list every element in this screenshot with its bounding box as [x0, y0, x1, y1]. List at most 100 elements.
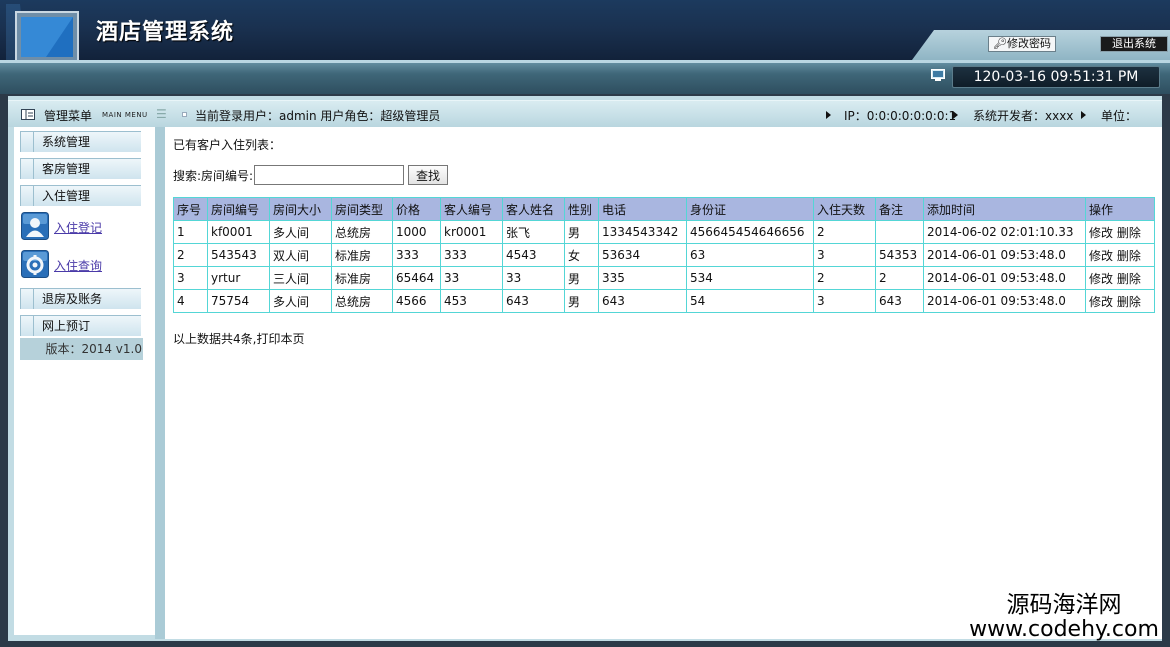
cell-type: 总统房: [331, 220, 393, 244]
menu-title: 管理菜单: [44, 109, 93, 123]
screen-icon: [931, 69, 945, 81]
search-button[interactable]: 查找: [408, 165, 448, 185]
edit-link[interactable]: 修改: [1089, 226, 1113, 240]
cell-room-no: 543543: [207, 243, 270, 267]
cell-added: 2014-06-01 09:53:48.0: [923, 266, 1086, 290]
column-header: 房间类型: [331, 197, 393, 221]
sidebar-subitem-checkin-query[interactable]: 入住查询: [20, 250, 145, 280]
cell-price: 65464: [392, 266, 441, 290]
arrow-right-icon: [1081, 111, 1086, 119]
logout-button[interactable]: 退出系统: [1100, 36, 1168, 52]
watermark: 源码海洋网 www.codehy.com: [962, 592, 1166, 642]
column-header: 序号: [173, 197, 208, 221]
ip-address: IP：0:0:0:0:0:0:0:1: [844, 109, 957, 123]
menu-icon: [21, 109, 35, 120]
cell-price: 333: [392, 243, 441, 267]
cell-guest-name: 33: [502, 266, 565, 290]
watermark-url: www.codehy.com: [969, 617, 1159, 642]
search-settings-icon: [21, 250, 49, 278]
cell-added: 2014-06-02 02:01:10.33: [923, 220, 1086, 244]
sidebar-item-rooms[interactable]: 客房管理: [20, 158, 141, 179]
table-row: 1 kf0001 多人间 总统房 1000 kr0001 张飞 男 133454…: [173, 220, 1155, 244]
cell-no: 3: [173, 266, 208, 290]
change-password-label: 修改密码: [1006, 37, 1051, 50]
cell-type: 标准房: [331, 266, 393, 290]
edit-link[interactable]: 修改: [1089, 272, 1113, 286]
cell-gender: 男: [564, 220, 599, 244]
delete-link[interactable]: 删除: [1117, 249, 1141, 263]
cell-phone: 335: [598, 266, 687, 290]
cell-guest-no: kr0001: [440, 220, 503, 244]
delete-link[interactable]: 删除: [1117, 272, 1141, 286]
arrow-right-icon: [953, 111, 958, 119]
cell-added: 2014-06-01 09:53:48.0: [923, 243, 1086, 267]
monitor-logo-icon: [6, 4, 79, 60]
change-password-button[interactable]: 🔑︎修改密码: [988, 36, 1056, 52]
sidebar-item-system[interactable]: 系统管理: [20, 131, 141, 152]
clock-display: 120-03-16 09:51:31 PM: [952, 66, 1160, 88]
cell-type: 标准房: [331, 243, 393, 267]
cell-size: 双人间: [269, 243, 332, 267]
table-row: 4 75754 多人间 总统房 4566 453 643 男 643 54 3 …: [173, 289, 1155, 313]
info-bar: 管理菜单 MAIN MENU ☰ 当前登录用户：admin 用户角色：超级管理员…: [8, 100, 1162, 138]
user-register-icon: [21, 212, 49, 240]
column-header: 房间编号: [207, 197, 270, 221]
cell-id-card: 534: [686, 266, 814, 290]
cell-room-no: kf0001: [207, 220, 270, 244]
bullet-icon: [182, 112, 187, 117]
menu-subtitle: MAIN MENU: [102, 111, 148, 119]
cell-phone: 53634: [598, 243, 687, 267]
table-header-row: 序号 房间编号 房间大小 房间类型 价格 客人编号 客人姓名 性别 电话 身份证…: [173, 197, 1155, 221]
version-label: 版本：2014 v1.0: [20, 338, 143, 360]
cell-guest-name: 4543: [502, 243, 565, 267]
room-number-search-input[interactable]: [254, 165, 404, 185]
delete-link[interactable]: 删除: [1117, 226, 1141, 240]
menu-lines-icon: ☰: [156, 107, 167, 121]
column-header: 性别: [564, 197, 599, 221]
cell-id-card: 456645454646656: [686, 220, 814, 244]
sidebar-item-checkin[interactable]: 入住管理: [20, 185, 141, 206]
watermark-title: 源码海洋网: [1006, 592, 1122, 618]
cell-size: 多人间: [269, 220, 332, 244]
developer-info: 系统开发者：xxxx: [973, 109, 1074, 123]
cell-room-no: yrtur: [207, 266, 270, 290]
cell-remark: 643: [875, 289, 924, 313]
sidebar-item-booking[interactable]: 网上预订: [20, 315, 141, 336]
cell-no: 2: [173, 243, 208, 267]
table-row: 2 543543 双人间 标准房 333 333 4543 女 53634 63…: [173, 243, 1155, 267]
login-info: 当前登录用户：admin 用户角色：超级管理员: [195, 109, 441, 123]
sidebar-divider: [155, 127, 165, 639]
column-header: 房间大小: [269, 197, 332, 221]
column-header: 入住天数: [813, 197, 876, 221]
cell-guest-no: 333: [440, 243, 503, 267]
cell-guest-no: 33: [440, 266, 503, 290]
cell-remark: 2: [875, 266, 924, 290]
cell-phone: 643: [598, 289, 687, 313]
cell-no: 4: [173, 289, 208, 313]
column-header: 客人编号: [440, 197, 503, 221]
edit-link[interactable]: 修改: [1089, 249, 1113, 263]
cell-added: 2014-06-01 09:53:48.0: [923, 289, 1086, 313]
cell-size: 三人间: [269, 266, 332, 290]
cell-price: 4566: [392, 289, 441, 313]
cell-days: 3: [813, 289, 876, 313]
sidebar-subitem-checkin-register[interactable]: 入住登记: [20, 212, 145, 242]
cell-days: 2: [813, 266, 876, 290]
cell-guest-name: 张飞: [502, 220, 565, 244]
cell-gender: 男: [564, 266, 599, 290]
arrow-right-icon: [826, 111, 831, 119]
cell-id-card: 54: [686, 289, 814, 313]
record-summary: 以上数据共4条,打印本页: [173, 332, 305, 346]
cell-guest-name: 643: [502, 289, 565, 313]
cell-actions: 修改 删除: [1085, 243, 1155, 267]
cell-phone: 1334543342: [598, 220, 687, 244]
column-header: 客人姓名: [502, 197, 565, 221]
cell-remark: [875, 220, 924, 244]
cell-price: 1000: [392, 220, 441, 244]
cell-size: 多人间: [269, 289, 332, 313]
delete-link[interactable]: 删除: [1117, 295, 1141, 309]
edit-link[interactable]: 修改: [1089, 295, 1113, 309]
checkin-table: 序号 房间编号 房间大小 房间类型 价格 客人编号 客人姓名 性别 电话 身份证…: [173, 197, 1155, 313]
sidebar-item-checkout[interactable]: 退房及账务: [20, 288, 141, 309]
column-header: 备注: [875, 197, 924, 221]
